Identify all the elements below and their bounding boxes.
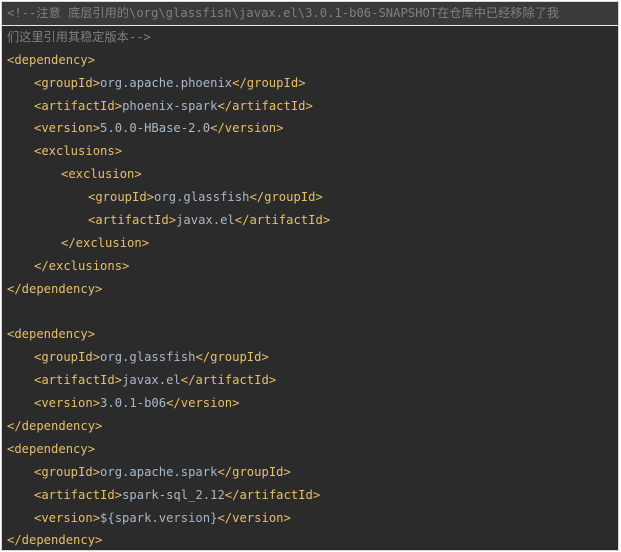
- groupid-close-tag: </groupId>: [249, 190, 323, 205]
- exclusions-close-tag: </exclusions>: [34, 258, 130, 273]
- exclusions-close-line: </exclusions>: [2, 255, 618, 278]
- exclusion-close-tag: </exclusion>: [61, 235, 150, 250]
- groupid-open-tag: <groupId>: [34, 350, 101, 365]
- dependency-close-tag: </dependency>: [7, 281, 103, 296]
- artifactid-open-tag: <artifactId>: [34, 98, 123, 113]
- comment-text-2: 们这里引用其稳定版本-->: [7, 29, 151, 44]
- comment-line-1: <!--注意 底层引用的\org\glassfish\javax.el\3.0.…: [2, 2, 618, 26]
- version-value: 5.0.0-HBase-2.0: [100, 121, 211, 136]
- groupid-open-tag: <groupId>: [34, 75, 101, 90]
- version-value: 3.0.1-b06: [100, 396, 167, 411]
- groupid-close-tag: </groupId>: [195, 350, 269, 365]
- dependency-open-line: <dependency>: [2, 438, 618, 461]
- version-value: ${spark.version}: [100, 510, 218, 525]
- artifactid-value: spark-sql_2.12: [122, 487, 225, 502]
- version-close-tag: </version>: [210, 121, 284, 136]
- artifactid-line: <artifactId>phoenix-spark</artifactId>: [2, 95, 618, 118]
- dependency-open-tag: <dependency>: [7, 52, 96, 67]
- code-block: <!--注意 底层引用的\org\glassfish\javax.el\3.0.…: [2, 2, 618, 550]
- dependency-close-tag: </dependency>: [7, 419, 103, 434]
- artifactid-line: <artifactId>spark-sql_2.12</artifactId>: [2, 484, 618, 507]
- artifactid-open-tag: <artifactId>: [34, 487, 123, 502]
- dependency-open-line: <dependency>: [2, 49, 618, 72]
- artifactid-line: <artifactId>javax.el</artifactId>: [2, 369, 618, 392]
- version-line: <version>5.0.0-HBase-2.0</version>: [2, 117, 618, 140]
- groupid-close-tag: </groupId>: [217, 464, 291, 479]
- dependency-close-line: </dependency>: [2, 415, 618, 438]
- artifactid-value: phoenix-spark: [122, 98, 218, 113]
- comment-line-2: 们这里引用其稳定版本-->: [2, 26, 618, 49]
- version-close-tag: </version>: [166, 396, 240, 411]
- version-line: <version>3.0.1-b06</version>: [2, 392, 618, 415]
- groupid-value: org.apache.phoenix: [100, 75, 233, 90]
- artifactid-value: javax.el: [176, 213, 235, 228]
- artifactid-close-tag: </artifactId>: [234, 213, 331, 228]
- dependency-open-tag: <dependency>: [7, 327, 96, 342]
- groupid-value: org.glassfish: [154, 190, 250, 205]
- exclusions-open-line: <exclusions>: [2, 140, 618, 163]
- version-open-tag: <version>: [34, 396, 101, 411]
- exclusion-open-tag: <exclusion>: [61, 167, 142, 182]
- exclusions-open-tag: <exclusions>: [34, 144, 123, 159]
- groupid-open-tag: <groupId>: [34, 464, 101, 479]
- code-editor[interactable]: <!--注意 底层引用的\org\glassfish\javax.el\3.0.…: [1, 1, 619, 551]
- groupid-open-tag: <groupId>: [88, 190, 155, 205]
- artifactid-close-tag: </artifactId>: [180, 373, 277, 388]
- artifactid-value: javax.el: [122, 373, 181, 388]
- artifactid-open-tag: <artifactId>: [34, 373, 123, 388]
- groupid-line: <groupId>org.apache.spark</groupId>: [2, 461, 618, 484]
- version-line: <version>${spark.version}</version>: [2, 507, 618, 530]
- comment-text-1: <!--注意 底层引用的\org\glassfish\javax.el\3.0.…: [7, 6, 560, 20]
- dependency-open-tag: <dependency>: [7, 441, 96, 456]
- dependency-open-line: <dependency>: [2, 323, 618, 346]
- exclusion-artifactid-line: <artifactId>javax.el</artifactId>: [2, 209, 618, 232]
- exclusion-open-line: <exclusion>: [2, 163, 618, 186]
- groupid-value: org.apache.spark: [100, 464, 218, 479]
- version-open-tag: <version>: [34, 510, 101, 525]
- artifactid-open-tag: <artifactId>: [88, 213, 177, 228]
- dependency-close-line: </dependency>: [2, 278, 618, 301]
- exclusion-groupid-line: <groupId>org.glassfish</groupId>: [2, 186, 618, 209]
- dependency-close-line: </dependency>: [2, 529, 618, 550]
- artifactid-close-tag: </artifactId>: [224, 487, 321, 502]
- exclusion-close-line: </exclusion>: [2, 232, 618, 255]
- groupid-line: <groupId>org.apache.phoenix</groupId>: [2, 72, 618, 95]
- dependency-close-tag: </dependency>: [7, 533, 103, 548]
- version-open-tag: <version>: [34, 121, 101, 136]
- groupid-line: <groupId>org.glassfish</groupId>: [2, 346, 618, 369]
- groupid-close-tag: </groupId>: [232, 75, 306, 90]
- groupid-value: org.glassfish: [100, 350, 196, 365]
- version-close-tag: </version>: [217, 510, 291, 525]
- artifactid-close-tag: </artifactId>: [217, 98, 313, 113]
